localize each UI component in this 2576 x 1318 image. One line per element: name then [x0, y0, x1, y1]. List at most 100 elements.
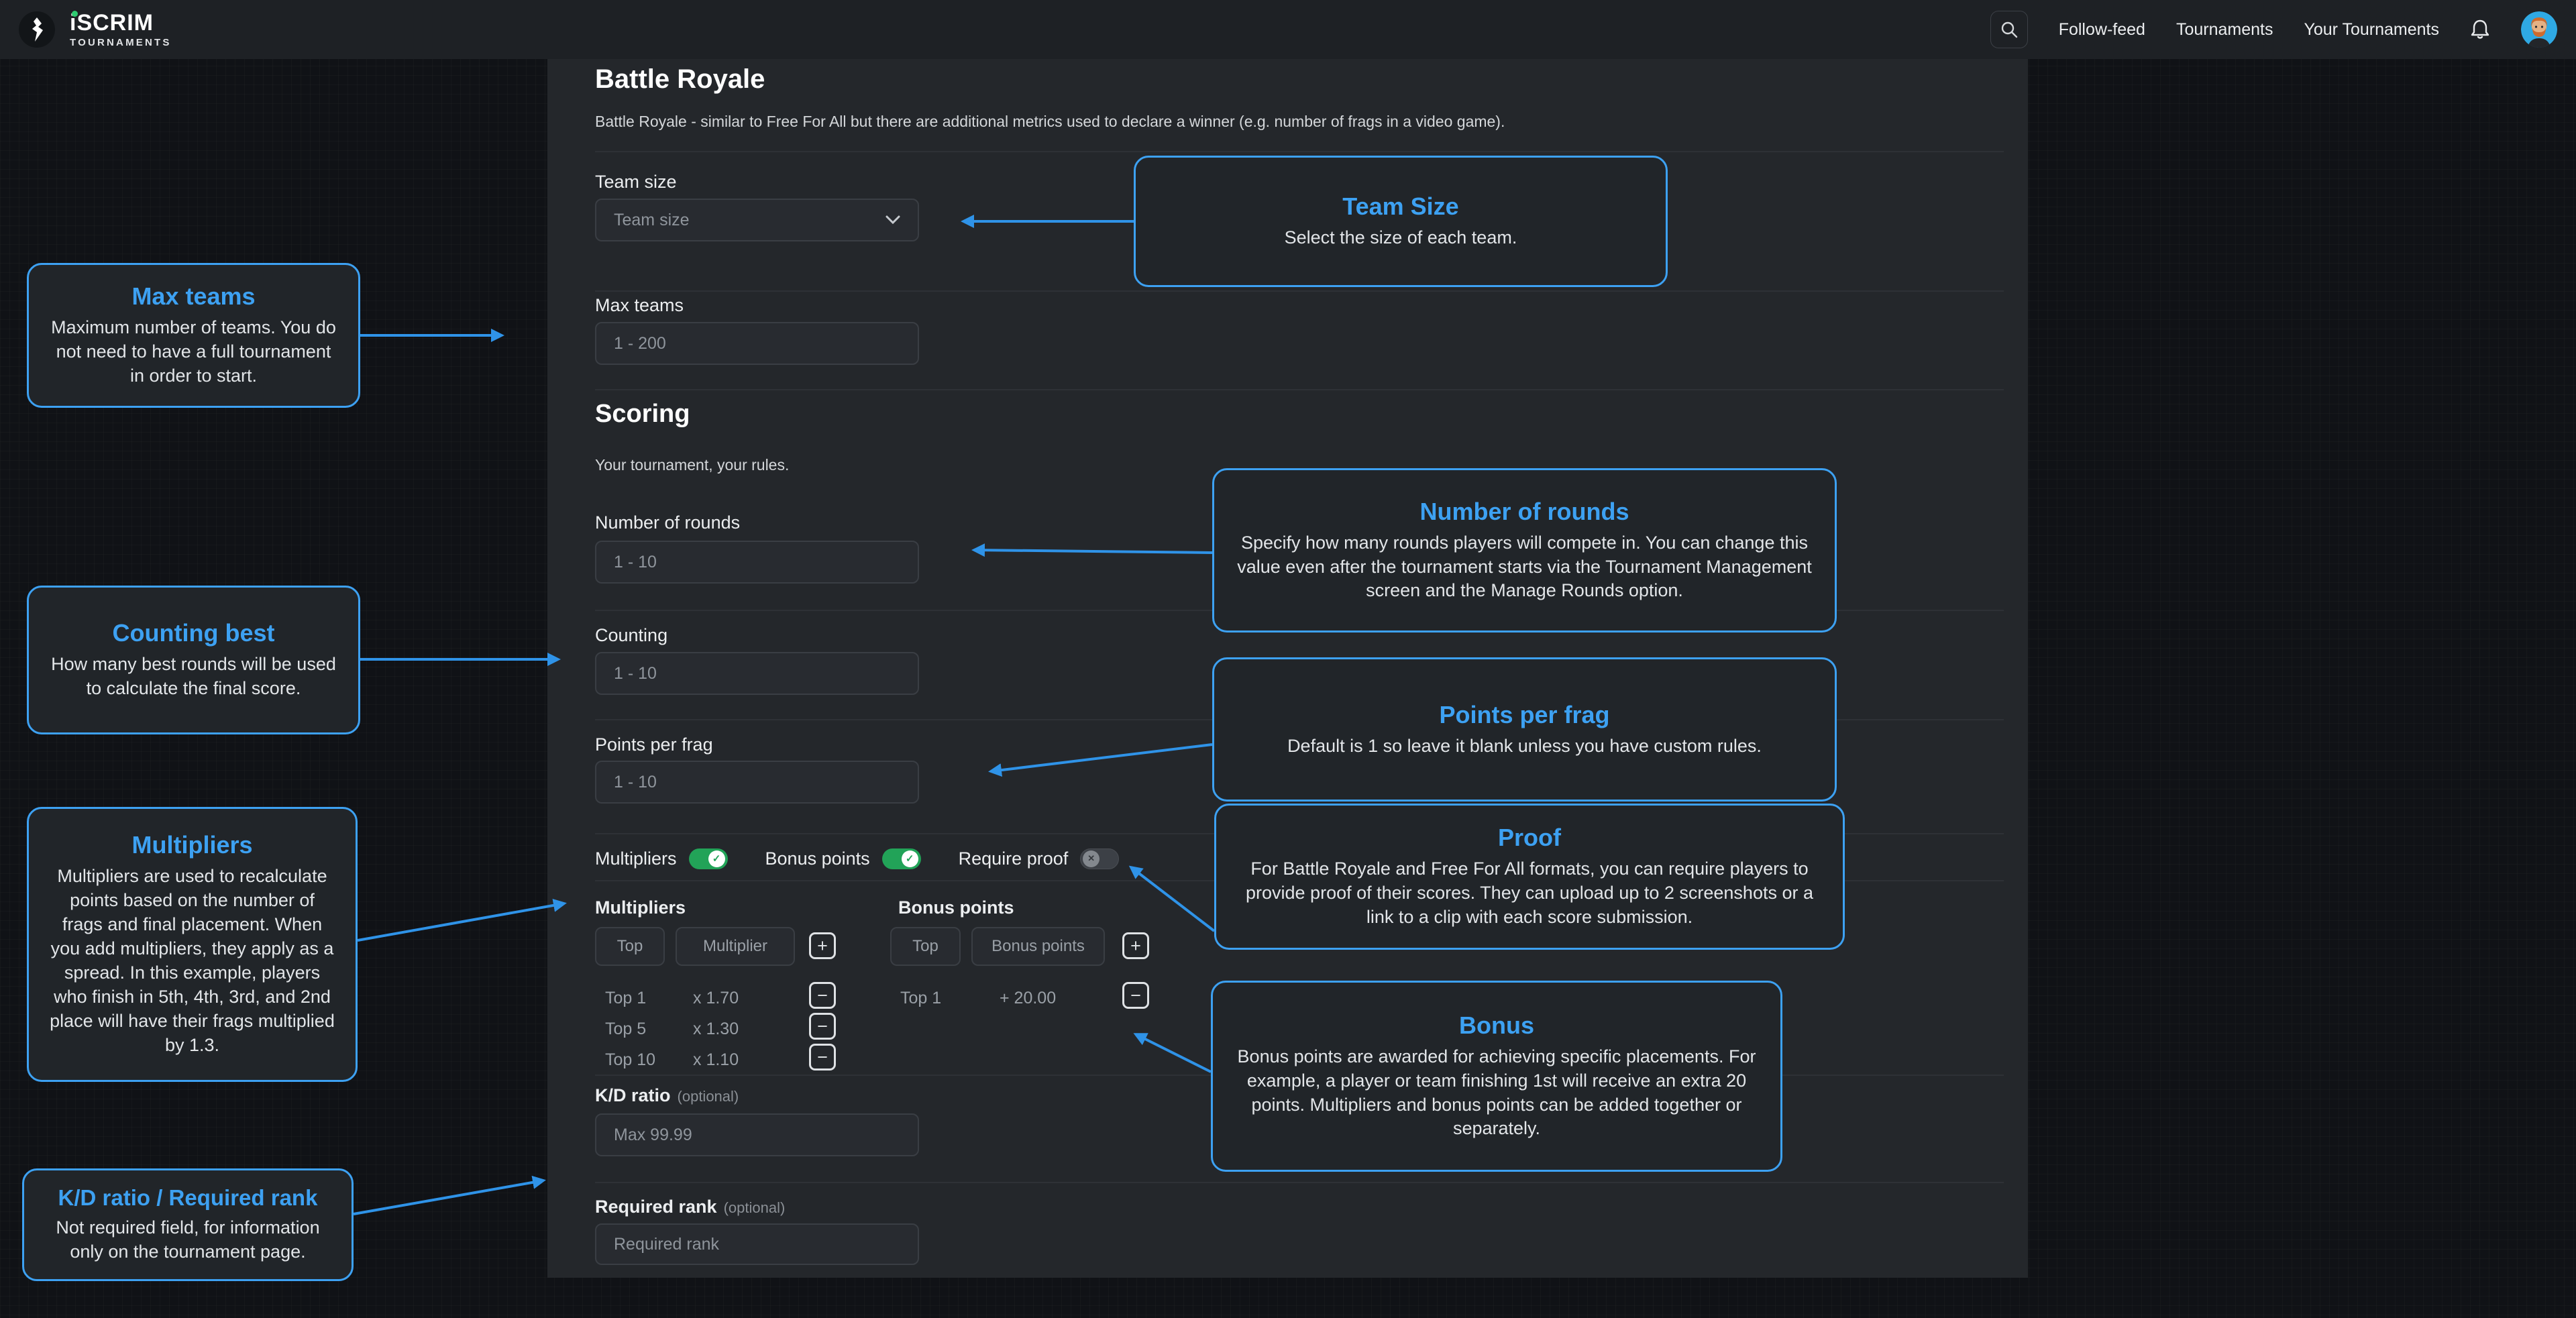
- multiplier-row-place: Top 10: [605, 1050, 655, 1070]
- search-button[interactable]: [1990, 11, 2028, 48]
- bonus-top-input[interactable]: [890, 927, 961, 966]
- kd-ratio-label-text: K/D ratio: [595, 1085, 671, 1105]
- bonus-add-button[interactable]: +: [1122, 932, 1149, 959]
- nav-link-follow-feed[interactable]: Follow-feed: [2059, 20, 2145, 40]
- divider: [595, 290, 2004, 292]
- required-rank-optional: (optional): [724, 1199, 786, 1216]
- notifications-button[interactable]: [2470, 19, 2490, 40]
- callout-body: Default is 1 so leave it blank unless yo…: [1287, 734, 1762, 759]
- callout-body: Maximum number of teams. You do not need…: [49, 316, 338, 388]
- x-icon: ✕: [1083, 850, 1099, 867]
- callout-team-size: Team Size Select the size of each team.: [1134, 156, 1668, 287]
- minus-icon: −: [817, 985, 828, 1005]
- multiplier-row-value: x 1.10: [693, 1050, 739, 1070]
- points-per-frag-input[interactable]: [595, 761, 919, 804]
- search-icon: [2000, 21, 2018, 38]
- minus-icon: −: [817, 1016, 828, 1036]
- kd-ratio-label: K/D ratio (optional): [595, 1085, 739, 1106]
- team-size-select[interactable]: Team size: [595, 199, 919, 241]
- bonus-value-input[interactable]: [971, 927, 1105, 966]
- scoring-section-title: Scoring: [595, 400, 690, 429]
- toggles-row: Multipliers ✓ Bonus points ✓ Require pro…: [595, 845, 1119, 872]
- callout-body: Select the size of each team.: [1285, 226, 1517, 250]
- required-rank-input[interactable]: [595, 1223, 919, 1265]
- callout-kd-required-rank: K/D ratio / Required rank Not required f…: [22, 1168, 354, 1281]
- plus-icon: +: [1130, 936, 1141, 956]
- logo-green-dot: [72, 11, 78, 17]
- multiplier-row-place: Top 5: [605, 1020, 646, 1039]
- nav-link-your-tournaments[interactable]: Your Tournaments: [2304, 20, 2439, 40]
- multiplier-row-remove-button[interactable]: −: [809, 982, 836, 1009]
- minus-icon: −: [817, 1047, 828, 1067]
- logo-title: iSCRIM: [70, 11, 172, 34]
- callout-title: Bonus: [1459, 1011, 1534, 1040]
- max-teams-label: Max teams: [595, 295, 684, 316]
- callout-title: Multipliers: [131, 831, 252, 859]
- divider: [595, 389, 2004, 390]
- divider: [595, 151, 2004, 152]
- callout-bonus: Bonus Bonus points are awarded for achie…: [1211, 981, 1782, 1172]
- multipliers-toggle-label: Multipliers: [595, 848, 677, 869]
- check-icon: ✓: [902, 850, 918, 867]
- navbar-actions: Follow-feed Tournaments Your Tournaments: [1990, 11, 2557, 48]
- nav-link-tournaments[interactable]: Tournaments: [2176, 20, 2273, 40]
- require-proof-toggle-label: Require proof: [959, 848, 1069, 869]
- multipliers-toggle[interactable]: ✓: [689, 848, 728, 869]
- callout-body: How many best rounds will be used to cal…: [49, 653, 338, 701]
- points-per-frag-label: Points per frag: [595, 734, 713, 755]
- required-rank-label: Required rank(optional): [595, 1197, 785, 1217]
- callout-title: Team Size: [1342, 193, 1458, 221]
- callout-number-of-rounds: Number of rounds Specify how many rounds…: [1212, 468, 1837, 633]
- multipliers-top-input[interactable]: [595, 927, 665, 966]
- team-size-label: Team size: [595, 172, 677, 193]
- callout-title: Max teams: [131, 282, 255, 311]
- counting-input[interactable]: [595, 652, 919, 695]
- bell-icon: [2470, 19, 2490, 40]
- chevron-down-icon: [885, 215, 900, 225]
- callout-body: Not required field, for information only…: [39, 1216, 337, 1264]
- avatar[interactable]: [2521, 11, 2557, 48]
- page-title: Battle Royale: [595, 64, 765, 95]
- callout-body: For Battle Royale and Free For All forma…: [1236, 857, 1823, 930]
- bonus-table-title: Bonus points: [898, 897, 1014, 918]
- multiplier-row-remove-button[interactable]: −: [809, 1013, 836, 1040]
- multipliers-add-button[interactable]: +: [809, 932, 836, 959]
- callout-body: Bonus points are awarded for achieving s…: [1233, 1045, 1760, 1142]
- callout-title: Proof: [1498, 824, 1561, 852]
- callout-title: Points per frag: [1439, 701, 1609, 729]
- team-size-select-value: Team size: [614, 211, 690, 230]
- kd-ratio-input[interactable]: [595, 1113, 919, 1156]
- minus-icon: −: [1130, 985, 1141, 1005]
- callout-max-teams: Max teams Maximum number of teams. You d…: [27, 263, 360, 408]
- logo-subtitle: TOURNAMENTS: [70, 38, 172, 48]
- callout-counting-best: Counting best How many best rounds will …: [27, 586, 360, 734]
- callout-multipliers: Multipliers Multipliers are used to reca…: [27, 807, 358, 1082]
- callout-title: K/D ratio / Required rank: [58, 1185, 318, 1211]
- connector-line: [358, 903, 564, 940]
- logo[interactable]: iSCRIM TOURNAMENTS: [19, 11, 172, 48]
- multiplier-row-remove-button[interactable]: −: [809, 1044, 836, 1070]
- scoring-subtitle: Your tournament, your rules.: [595, 456, 789, 474]
- multiplier-row-place: Top 1: [605, 989, 646, 1008]
- require-proof-toggle[interactable]: ✕: [1080, 848, 1119, 869]
- bonus-points-toggle-label: Bonus points: [765, 848, 870, 869]
- bonus-points-toggle[interactable]: ✓: [882, 848, 921, 869]
- format-description: Battle Royale - similar to Free For All …: [595, 113, 1505, 131]
- number-of-rounds-label: Number of rounds: [595, 512, 740, 533]
- logo-flame-icon: [19, 11, 55, 48]
- multiplier-row-value: x 1.30: [693, 1020, 739, 1039]
- bonus-row-remove-button[interactable]: −: [1122, 982, 1149, 1009]
- divider: [595, 1182, 2004, 1183]
- callout-title: Number of rounds: [1420, 498, 1629, 526]
- number-of-rounds-input[interactable]: [595, 541, 919, 584]
- connector-line: [354, 1180, 543, 1214]
- callout-body: Specify how many rounds players will com…: [1234, 531, 1815, 604]
- bonus-row-value: + 20.00: [1000, 989, 1056, 1008]
- logo-text: iSCRIM TOURNAMENTS: [70, 11, 172, 48]
- max-teams-input[interactable]: [595, 322, 919, 365]
- callout-proof: Proof For Battle Royale and Free For All…: [1214, 804, 1845, 950]
- callout-body: Multipliers are used to recalculate poin…: [49, 865, 335, 1057]
- navbar: iSCRIM TOURNAMENTS Follow-feed Tournamen…: [0, 0, 2576, 59]
- kd-ratio-optional: (optional): [678, 1088, 739, 1105]
- multipliers-value-input[interactable]: [676, 927, 795, 966]
